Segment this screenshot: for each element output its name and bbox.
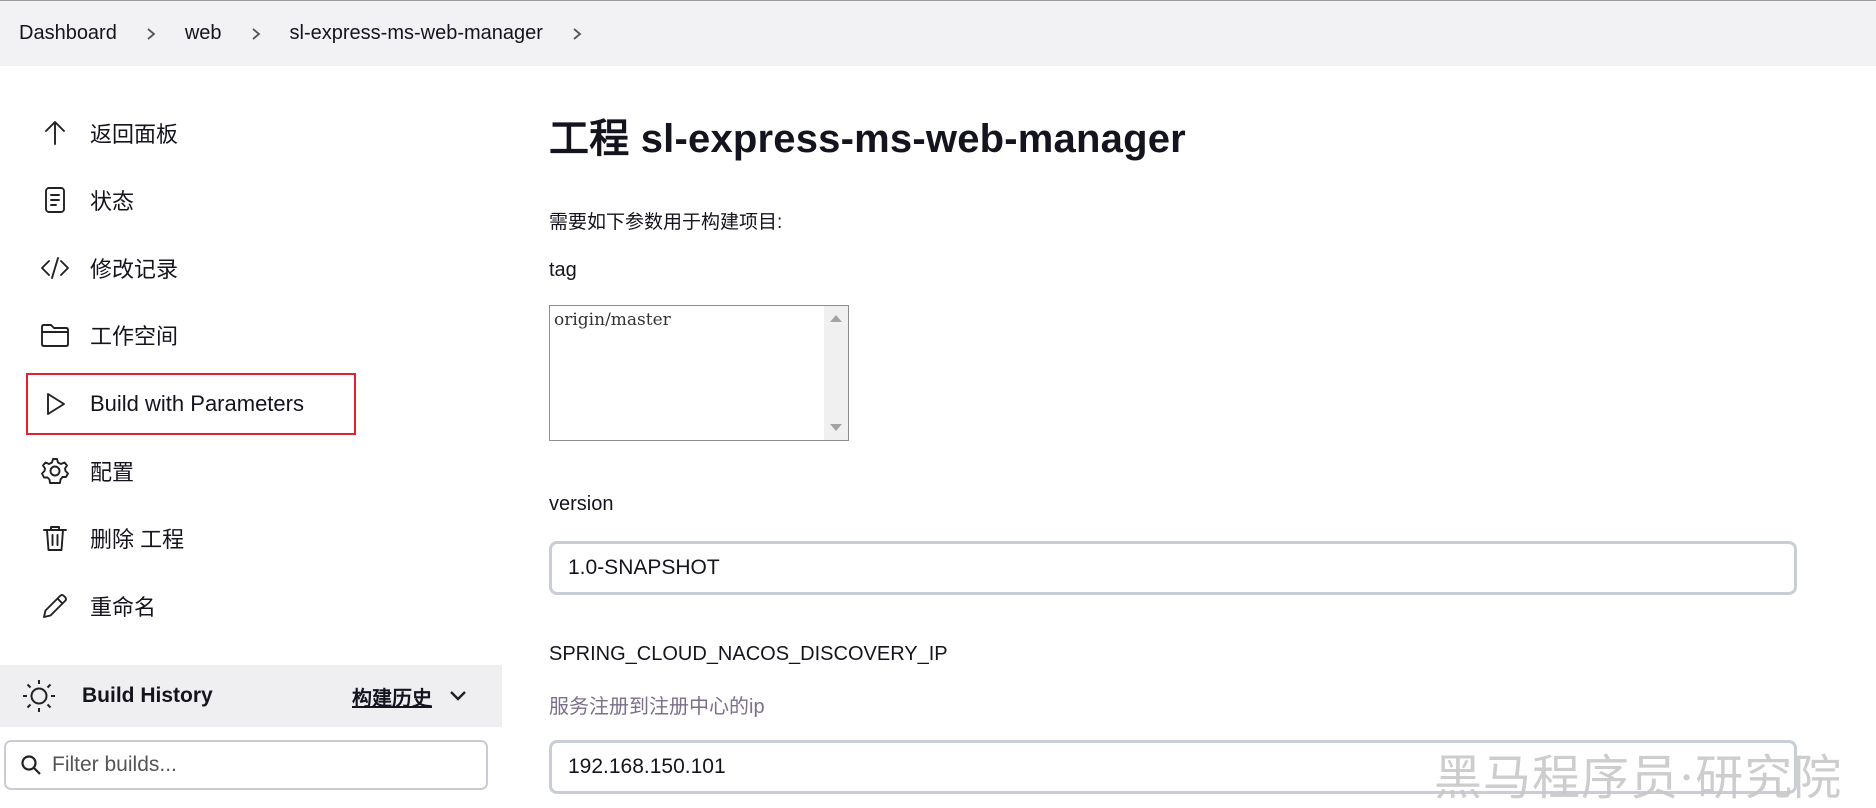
- filter-builds-field[interactable]: [4, 740, 488, 790]
- sidebar-item-status[interactable]: 状态: [28, 173, 354, 227]
- sidebar-item-label: 重命名: [90, 595, 157, 620]
- arrow-up-icon: [38, 116, 72, 150]
- sidebar-item-label: 工作空间: [90, 324, 179, 349]
- build-history-title: Build History: [82, 684, 213, 707]
- param-tag-label: tag: [549, 259, 577, 281]
- build-history-header: Build History 构建历史: [0, 665, 502, 727]
- param-nacos-ip-label: SPRING_CLOUD_NACOS_DISCOVERY_IP: [549, 643, 948, 665]
- param-tag-textarea[interactable]: origin/master: [550, 306, 824, 440]
- scroll-down-arrow-icon[interactable]: [830, 424, 842, 431]
- breadcrumb-project[interactable]: sl-express-ms-web-manager: [290, 22, 543, 45]
- filter-builds-input[interactable]: [50, 752, 474, 778]
- chevron-right-icon[interactable]: [570, 27, 584, 41]
- build-history-trend-link[interactable]: 构建历史: [352, 682, 432, 711]
- sidebar-item-label: Build with Parameters: [90, 391, 304, 416]
- breadcrumb-dashboard[interactable]: Dashboard: [19, 22, 117, 45]
- sidebar-item-back-to-dashboard[interactable]: 返回面板: [28, 106, 354, 160]
- sidebar-item-changes[interactable]: 修改记录: [28, 241, 354, 295]
- sidebar-item-build-with-parameters[interactable]: Build with Parameters: [26, 373, 356, 435]
- param-tag-textarea-container: origin/master: [549, 305, 849, 441]
- watermark: 黑马程序员·研究院: [1434, 750, 1843, 806]
- breadcrumb-web[interactable]: web: [185, 22, 222, 45]
- pencil-icon: [38, 589, 72, 623]
- param-nacos-ip-help: 服务注册到注册中心的ip: [549, 696, 765, 718]
- param-version-label: version: [549, 493, 614, 515]
- gear-icon: [38, 454, 72, 488]
- sidebar-item-label: 返回面板: [90, 122, 179, 147]
- chevron-right-icon: [144, 27, 158, 41]
- param-tag-scrollbar[interactable]: [824, 306, 848, 440]
- folder-icon: [38, 318, 72, 352]
- sidebar-item-rename[interactable]: 重命名: [28, 579, 354, 633]
- scroll-up-arrow-icon[interactable]: [830, 315, 842, 322]
- code-icon: [38, 251, 72, 285]
- param-version-field[interactable]: [549, 541, 1797, 595]
- sidebar-item-label: 状态: [90, 189, 135, 214]
- param-version-input[interactable]: [566, 555, 1770, 581]
- sidebar-item-label: 配置: [90, 460, 135, 485]
- page-title: 工程 sl-express-ms-web-manager: [549, 117, 1186, 161]
- play-icon: [38, 387, 72, 421]
- parameters-description: 需要如下参数用于构建项目:: [549, 212, 783, 233]
- chevron-right-icon: [249, 27, 263, 41]
- breadcrumb: Dashboard web sl-express-ms-web-manager: [0, 0, 1876, 66]
- sidebar-item-delete-project[interactable]: 删除 工程: [28, 511, 354, 565]
- build-history-icon: [20, 677, 58, 715]
- sidebar-item-configure[interactable]: 配置: [28, 444, 354, 498]
- document-icon: [38, 183, 72, 217]
- search-icon: [20, 754, 42, 776]
- trash-icon: [38, 521, 72, 555]
- chevron-down-icon[interactable]: [448, 685, 468, 705]
- sidebar-item-label: 修改记录: [90, 257, 179, 282]
- sidebar-item-workspace[interactable]: 工作空间: [28, 308, 354, 362]
- sidebar-item-label: 删除 工程: [90, 527, 185, 552]
